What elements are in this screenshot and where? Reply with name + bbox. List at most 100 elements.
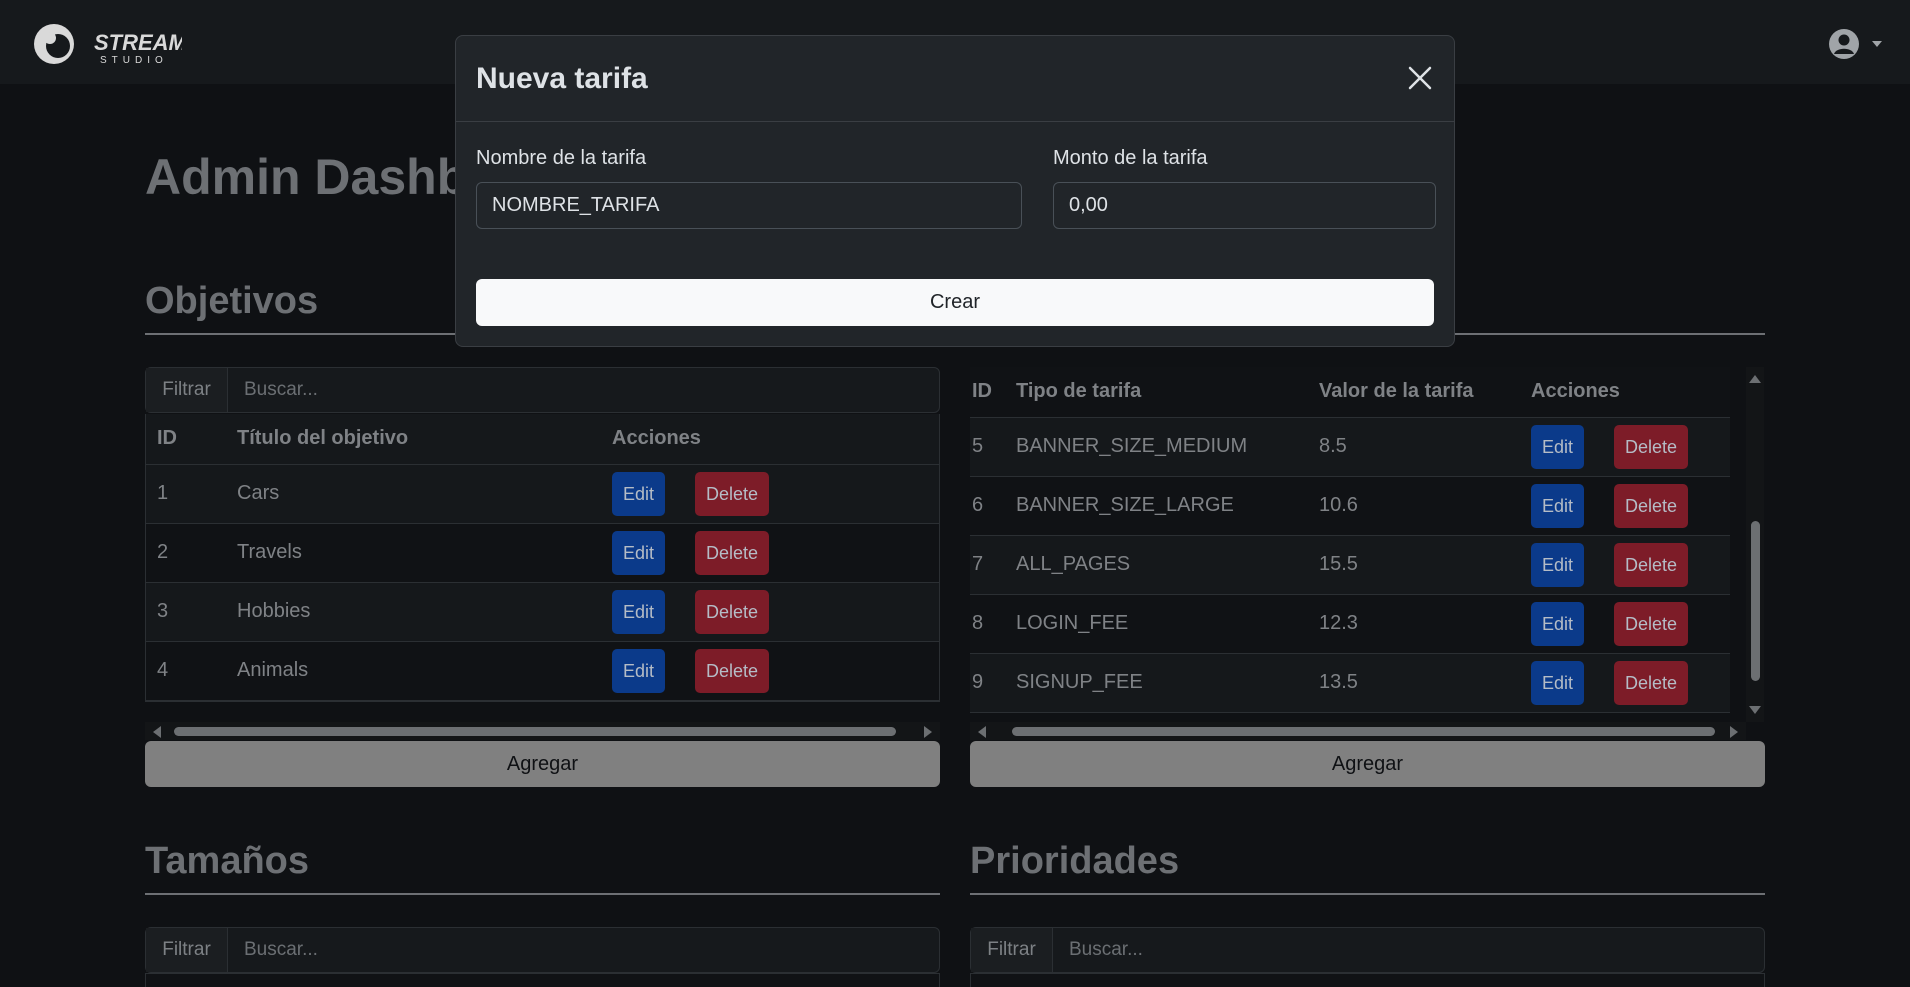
scroll-up-icon[interactable] bbox=[1749, 375, 1761, 383]
edit-button[interactable]: Edit bbox=[1531, 483, 1585, 528]
cell-tipo: BANNER_SIZE_LARGE bbox=[1016, 476, 1319, 536]
scroll-down-icon[interactable] bbox=[1749, 706, 1761, 714]
edit-button[interactable]: Edit bbox=[1531, 660, 1585, 705]
tamanos-table bbox=[145, 973, 940, 987]
cell-valor: 10.6 bbox=[1319, 476, 1531, 536]
prioridades-filter-group: Filtrar bbox=[970, 927, 1765, 973]
cell-actions: Edit Delete bbox=[1531, 653, 1730, 713]
objetivos-horizontal-scrollbar[interactable] bbox=[145, 722, 940, 740]
caret-down-icon bbox=[1872, 41, 1882, 47]
user-menu[interactable] bbox=[1828, 28, 1888, 60]
cell-title: Travels bbox=[226, 523, 601, 583]
column-header-id: ID bbox=[146, 414, 226, 465]
edit-button[interactable]: Edit bbox=[612, 530, 666, 575]
table-row: 2 Travels Edit Delete bbox=[146, 523, 939, 583]
column-header-tipo: Tipo de tarifa bbox=[1016, 367, 1319, 418]
delete-button[interactable]: Delete bbox=[1614, 424, 1689, 469]
section-title-tamanos: Tamaños bbox=[145, 840, 310, 882]
section-divider bbox=[145, 893, 940, 895]
cell-title: Hobbies bbox=[226, 582, 601, 642]
cell-actions: Edit Delete bbox=[1531, 535, 1730, 595]
monto-tarifa-label: Monto de la tarifa bbox=[1053, 147, 1208, 169]
logo-subtext: STUDIO bbox=[100, 55, 168, 66]
crear-button[interactable]: Crear bbox=[476, 279, 1434, 326]
delete-button[interactable]: Delete bbox=[1614, 660, 1689, 705]
cell-valor: 15.5 bbox=[1319, 535, 1531, 595]
scroll-right-icon[interactable] bbox=[1730, 726, 1738, 738]
cell-id: 8 bbox=[970, 594, 1016, 654]
modal-title: Nueva tarifa bbox=[476, 62, 648, 95]
user-circle-icon bbox=[1829, 29, 1859, 59]
cell-actions: Edit Delete bbox=[1531, 476, 1730, 536]
cell-actions: Edit Delete bbox=[601, 523, 939, 583]
table-row: 9 SIGNUP_FEE 13.5 Edit Delete bbox=[970, 653, 1730, 713]
prioridades-search-input[interactable] bbox=[1053, 928, 1764, 972]
tarifas-horizontal-scrollbar[interactable] bbox=[970, 722, 1746, 740]
filter-label: Filtrar bbox=[971, 928, 1053, 972]
cell-id: 2 bbox=[146, 523, 226, 583]
table-row: 4 Animals Edit Delete bbox=[146, 641, 939, 701]
scrollbar-thumb[interactable] bbox=[1751, 521, 1760, 681]
nombre-tarifa-input[interactable] bbox=[476, 182, 1022, 229]
tamanos-filter-group: Filtrar bbox=[145, 927, 940, 973]
filter-label: Filtrar bbox=[146, 368, 228, 412]
edit-button[interactable]: Edit bbox=[1531, 601, 1585, 646]
section-title-prioridades: Prioridades bbox=[970, 840, 1180, 882]
delete-button[interactable]: Delete bbox=[695, 530, 770, 575]
objetivos-table: ID Título del objetivo Acciones 1 Cars E… bbox=[145, 414, 940, 702]
section-title-objetivos: Objetivos bbox=[145, 280, 319, 322]
table-row: 7 ALL_PAGES 15.5 Edit Delete bbox=[970, 535, 1730, 595]
delete-button[interactable]: Delete bbox=[1614, 542, 1689, 587]
scroll-left-icon[interactable] bbox=[978, 726, 986, 738]
column-header-titulo: Título del objetivo bbox=[226, 414, 601, 465]
close-button[interactable] bbox=[1404, 62, 1436, 94]
cell-valor: 13.5 bbox=[1319, 653, 1531, 713]
cell-id: 1 bbox=[146, 464, 226, 524]
section-divider bbox=[970, 893, 1765, 895]
cell-tipo: ALL_PAGES bbox=[1016, 535, 1319, 595]
edit-button[interactable]: Edit bbox=[1531, 542, 1585, 587]
scroll-right-icon[interactable] bbox=[924, 726, 932, 738]
objetivos-filter-group: Filtrar bbox=[145, 367, 940, 413]
delete-button[interactable]: Delete bbox=[695, 471, 770, 516]
cell-id: 7 bbox=[970, 535, 1016, 595]
scrollbar-thumb[interactable] bbox=[174, 727, 896, 736]
column-header-valor: Valor de la tarifa bbox=[1319, 367, 1531, 418]
cell-title: Animals bbox=[226, 641, 601, 701]
delete-button[interactable]: Delete bbox=[1614, 601, 1689, 646]
modal-header: Nueva tarifa bbox=[456, 36, 1454, 122]
nueva-tarifa-modal: Nueva tarifa Nombre de la tarifa Monto d… bbox=[455, 35, 1455, 347]
cell-tipo: SIGNUP_FEE bbox=[1016, 653, 1319, 713]
delete-button[interactable]: Delete bbox=[695, 589, 770, 634]
prioridades-table bbox=[970, 973, 1765, 987]
scroll-left-icon[interactable] bbox=[153, 726, 161, 738]
streaming-studio-logo[interactable]: STREAMING STUDIO bbox=[32, 20, 226, 68]
objetivos-add-button[interactable]: Agregar bbox=[145, 741, 940, 787]
scrollbar-thumb[interactable] bbox=[1012, 727, 1715, 736]
tamanos-search-input[interactable] bbox=[228, 928, 939, 972]
cell-actions: Edit Delete bbox=[1531, 594, 1730, 654]
cell-id: 3 bbox=[146, 582, 226, 642]
delete-button[interactable]: Delete bbox=[695, 648, 770, 693]
edit-button[interactable]: Edit bbox=[612, 471, 666, 516]
tarifas-add-button[interactable]: Agregar bbox=[970, 741, 1765, 787]
tarifas-table: ID Tipo de tarifa Valor de la tarifa Acc… bbox=[970, 367, 1730, 722]
cell-id: 6 bbox=[970, 476, 1016, 536]
cell-valor: 8.5 bbox=[1319, 417, 1531, 477]
edit-button[interactable]: Edit bbox=[612, 589, 666, 634]
column-header-acciones: Acciones bbox=[601, 414, 939, 465]
delete-button[interactable]: Delete bbox=[1614, 483, 1689, 528]
cell-tipo: BANNER_SIZE_MEDIUM bbox=[1016, 417, 1319, 477]
edit-button[interactable]: Edit bbox=[1531, 424, 1585, 469]
table-row: 8 LOGIN_FEE 12.3 Edit Delete bbox=[970, 594, 1730, 654]
table-row: 1 Cars Edit Delete bbox=[146, 464, 939, 524]
edit-button[interactable]: Edit bbox=[612, 648, 666, 693]
monto-tarifa-input[interactable] bbox=[1053, 182, 1436, 229]
filter-label: Filtrar bbox=[146, 928, 228, 972]
tarifas-vertical-scrollbar[interactable] bbox=[1746, 367, 1764, 722]
logo-text: STREAMING bbox=[94, 30, 182, 55]
cell-tipo: LOGIN_FEE bbox=[1016, 594, 1319, 654]
close-icon bbox=[1408, 66, 1432, 90]
objetivos-search-input[interactable] bbox=[228, 368, 939, 412]
column-header-id: ID bbox=[970, 367, 1016, 418]
